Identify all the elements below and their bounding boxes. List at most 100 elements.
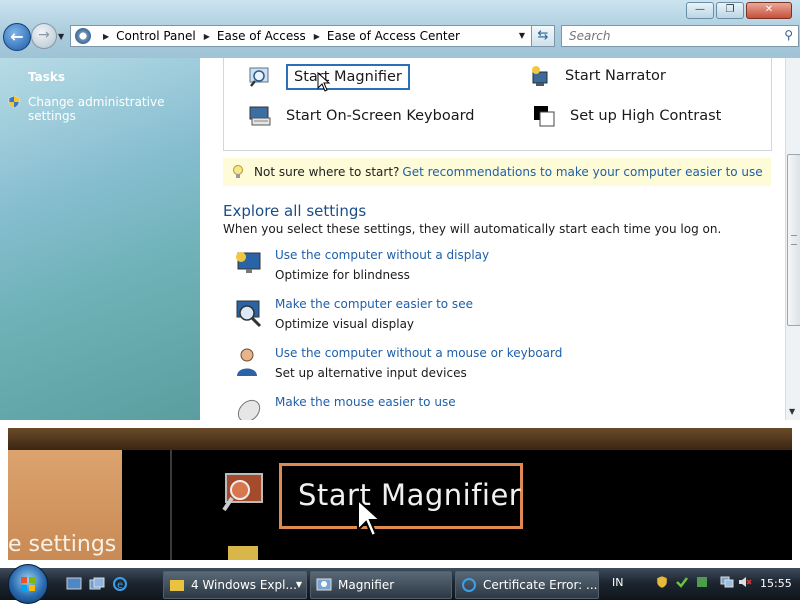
magnified-view: e settings Start Magnifier <box>8 428 792 560</box>
magnified-sidebar-text: e settings <box>8 532 117 557</box>
magnified-cursor-icon <box>357 498 383 538</box>
back-button[interactable]: ← <box>3 23 31 51</box>
minimize-button[interactable]: — <box>686 2 714 19</box>
high-contrast-icon <box>534 106 555 127</box>
address-dropdown-icon[interactable]: ▼ <box>519 31 525 40</box>
svg-text:e: e <box>117 580 123 591</box>
start-magnifier-label: Start Magnifier <box>286 64 410 90</box>
volume-muted-icon[interactable] <box>738 575 752 589</box>
clock[interactable]: 15:55 <box>760 577 792 590</box>
high-contrast-button[interactable]: Set up High Contrast <box>532 104 721 128</box>
chevron-down-icon: ▼ <box>295 580 302 589</box>
close-button[interactable]: ✕ <box>746 2 792 19</box>
breadcrumb-item[interactable]: Control Panel <box>116 29 196 43</box>
internet-explorer-icon <box>462 578 476 592</box>
checkmark-icon[interactable] <box>675 575 689 589</box>
start-narrator-button[interactable]: Start Narrator <box>527 64 666 88</box>
switch-windows-icon[interactable] <box>89 577 105 591</box>
person-icon <box>237 348 257 376</box>
recent-pages-dropdown[interactable]: ▼ <box>58 32 64 41</box>
back-arrow-icon: ← <box>10 27 24 46</box>
setting-link[interactable]: Use the computer without a display <box>275 248 489 262</box>
taskbar-button-magnifier[interactable]: Magnifier <box>310 571 452 599</box>
app-tray-icon[interactable] <box>695 575 709 589</box>
explore-description: When you select these settings, they wil… <box>223 222 722 236</box>
mouse-cursor-icon <box>317 72 331 92</box>
start-narrator-label: Start Narrator <box>565 68 666 84</box>
refresh-button[interactable]: ⇆ <box>531 25 555 47</box>
forward-button[interactable]: → <box>31 23 57 49</box>
start-osk-button[interactable]: Start On-Screen Keyboard <box>248 104 475 128</box>
taskbar-button-label: Magnifier <box>338 578 395 592</box>
setting-description: Set up alternative input devices <box>275 366 467 380</box>
magnified-magnifier-icon <box>222 473 263 512</box>
main-content: Start Magnifier Start Narrator Start On-… <box>200 58 785 420</box>
refresh-icon: ⇆ <box>537 28 549 43</box>
high-contrast-label: Set up High Contrast <box>570 108 722 124</box>
scrollbar-thumb[interactable] <box>787 154 800 326</box>
magnified-divider <box>170 450 172 560</box>
taskbar-button-certificate-error[interactable]: Certificate Error: ... <box>455 571 599 599</box>
narrator-icon <box>532 66 548 86</box>
recommendation-bar: Not sure where to start? Get recommendat… <box>223 158 771 186</box>
magnified-folder-icon <box>228 546 258 560</box>
taskbar: e 4 Windows Expl... ▼ Magnifier Certific… <box>0 564 800 604</box>
recommendations-link[interactable]: Get recommendations to make your compute… <box>402 165 762 179</box>
start-button[interactable] <box>8 564 48 604</box>
scroll-down-arrow-icon[interactable]: ▼ <box>789 407 795 416</box>
monitor-icon <box>236 252 261 273</box>
taskbar-button-label: Certificate Error: ... <box>483 578 598 592</box>
language-indicator[interactable]: IN <box>612 576 623 589</box>
task-pane: Tasks Change administrative settings <box>0 58 200 420</box>
control-panel-icon <box>75 28 91 44</box>
magnifier-app-icon <box>316 578 332 591</box>
breadcrumb-item[interactable]: Ease of Access Center <box>327 29 460 43</box>
windows-logo-icon <box>21 577 35 591</box>
list-item: Use the computer without a mouse or keyb… <box>233 346 753 388</box>
list-item: Use the computer without a display Optim… <box>233 248 753 290</box>
keyboard-icon <box>249 106 271 126</box>
address-bar[interactable]: ▶ Control Panel ▶ Ease of Access ▶ Ease … <box>70 25 532 47</box>
maximize-button[interactable]: ❐ <box>716 2 744 19</box>
lightbulb-icon <box>233 165 243 178</box>
network-icon[interactable] <box>720 575 734 589</box>
chevron-right-icon[interactable]: ▶ <box>204 32 210 41</box>
taskbar-button-explorer[interactable]: 4 Windows Expl... ▼ <box>163 571 307 599</box>
forward-arrow-icon: → <box>38 27 50 43</box>
magnifier-icon <box>249 67 269 87</box>
magnified-frame-band <box>8 428 792 450</box>
change-admin-settings-link[interactable]: Change administrative settings <box>28 95 200 123</box>
grip-icon <box>791 235 797 245</box>
taskbar-button-label: 4 Windows Expl... <box>191 578 297 592</box>
setting-link[interactable]: Make the mouse easier to use <box>275 395 456 409</box>
window-controls: — ❐ ✕ <box>686 2 792 19</box>
explore-heading: Explore all settings <box>223 202 367 220</box>
show-desktop-icon[interactable] <box>66 577 82 591</box>
setting-description: Optimize for blindness <box>275 268 410 282</box>
magnified-label: Start Magnifier <box>298 478 522 512</box>
setting-link[interactable]: Make the computer easier to see <box>275 297 473 311</box>
folder-icon <box>170 580 184 591</box>
security-shield-icon[interactable] <box>655 575 669 589</box>
window-title-bar: — ❐ ✕ ← → ▼ ▶ Control Panel ▶ Ease of Ac… <box>0 0 800 58</box>
breadcrumb-item[interactable]: Ease of Access <box>217 29 306 43</box>
setting-link[interactable]: Use the computer without a mouse or keyb… <box>275 346 562 360</box>
breadcrumb: ▶ Control Panel ▶ Ease of Access ▶ Ease … <box>95 29 460 43</box>
start-osk-label: Start On-Screen Keyboard <box>286 108 475 124</box>
list-item: Make the mouse easier to use <box>233 395 753 420</box>
chevron-right-icon[interactable]: ▶ <box>103 32 109 41</box>
uac-shield-icon <box>8 95 20 109</box>
chevron-right-icon[interactable]: ▶ <box>314 32 320 41</box>
search-input[interactable] <box>567 28 771 44</box>
magnifier-window: e settings Start Magnifier <box>0 420 800 568</box>
hint-prefix: Not sure where to start? <box>254 165 400 179</box>
tasks-heading: Tasks <box>28 70 66 84</box>
mouse-icon <box>237 399 261 420</box>
list-item: Make the computer easier to see Optimize… <box>233 297 753 339</box>
search-box[interactable]: ⚲ <box>561 25 799 47</box>
vertical-scrollbar[interactable]: ▼ <box>785 58 800 420</box>
search-icon[interactable]: ⚲ <box>784 28 793 42</box>
magnifier-monitor-icon <box>236 300 262 328</box>
setting-description: Optimize visual display <box>275 317 415 331</box>
internet-explorer-icon[interactable]: e <box>112 577 128 591</box>
